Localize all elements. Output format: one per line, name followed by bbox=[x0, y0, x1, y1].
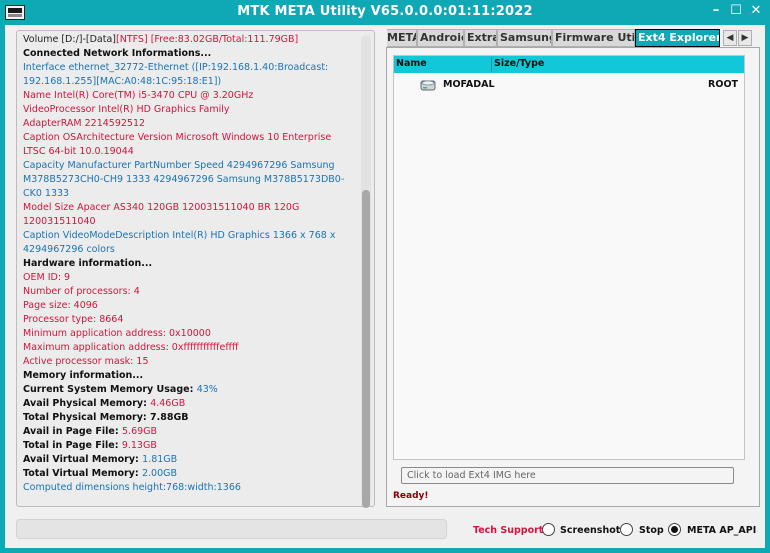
tab-scroll-left-icon[interactable]: ◀ bbox=[723, 30, 737, 46]
tech-support-link[interactable]: Tech Support bbox=[473, 525, 543, 536]
volume-fs: [NTFS] bbox=[116, 34, 148, 45]
log-line: OEM ID: 9 bbox=[23, 272, 71, 283]
minimize-icon[interactable]: – bbox=[706, 2, 726, 20]
memory-value: 1.81GB bbox=[142, 454, 178, 465]
file-type: ROOT bbox=[708, 79, 738, 90]
log-line: Active processor mask: 15 bbox=[23, 356, 149, 367]
log-line: VideoProcessor Intel(R) HD Graphics Fami… bbox=[23, 104, 230, 115]
window-title: MTK META Utility V65.0.0.0:01:11:2022 bbox=[237, 4, 533, 19]
memory-label: Current System Memory Usage: bbox=[23, 384, 197, 395]
hard-disk-icon bbox=[420, 80, 436, 91]
memory-line: Avail Virtual Memory: 1.81GB bbox=[23, 453, 353, 467]
log-line: Page size: 4096 bbox=[23, 300, 98, 311]
meta-ap-api-radio[interactable] bbox=[668, 523, 681, 536]
title-bar: MTK META Utility V65.0.0.0:01:11:2022 – … bbox=[0, 0, 770, 24]
memory-label: Avail in Page File: bbox=[23, 426, 122, 437]
tab-ext4-explorer[interactable]: Ext4 Explorer bbox=[635, 29, 720, 47]
tab-extra[interactable]: Extra bbox=[464, 29, 497, 47]
log-line: Model Size Apacer AS340 120GB 1200315110… bbox=[23, 202, 300, 227]
log-content: Volume [D:/]-[Data][NTFS] [Free:83.02GB/… bbox=[23, 33, 353, 503]
log-panel: Volume [D:/]-[Data][NTFS] [Free:83.02GB/… bbox=[16, 30, 375, 508]
tab-android[interactable]: Android bbox=[417, 29, 464, 47]
memory-value: 7.88GB bbox=[150, 412, 189, 423]
log-line: Hardware information... bbox=[23, 258, 153, 269]
memory-line: Avail Physical Memory: 4.46GB bbox=[23, 397, 353, 411]
volume-label: Volume [D:/]-[Data] bbox=[23, 34, 117, 45]
status-text: Ready! bbox=[393, 491, 429, 501]
log-line: Maximum application address: 0xfffffffff… bbox=[23, 342, 239, 353]
memory-line: Current System Memory Usage: 43% bbox=[23, 383, 353, 397]
memory-value: 4.46GB bbox=[150, 398, 186, 409]
memory-label: Avail Physical Memory: bbox=[23, 398, 151, 409]
tab-firmware-utils[interactable]: Firmware Utils bbox=[552, 29, 635, 47]
scrollbar-thumb[interactable] bbox=[362, 190, 370, 508]
log-line: Name Intel(R) Core(TM) i5-3470 CPU @ 3.2… bbox=[23, 90, 254, 101]
log-line: Processor type: 8664 bbox=[23, 314, 124, 325]
memory-label: Total Virtual Memory: bbox=[23, 468, 142, 479]
memory-value: 2.00GB bbox=[141, 468, 178, 479]
log-line: Minimum application address: 0x10000 bbox=[23, 328, 211, 339]
file-row[interactable]: MOFADAL ROOT bbox=[394, 77, 744, 93]
dimensions-line: Computed dimensions height:768:width:136… bbox=[23, 482, 241, 493]
log-line: Caption VideoModeDescription Intel(R) HD… bbox=[23, 230, 336, 255]
stop-radio[interactable] bbox=[620, 523, 633, 536]
meta-ap-api-label[interactable]: META AP_API bbox=[687, 525, 756, 536]
log-scrollbar[interactable] bbox=[361, 35, 371, 508]
ext4-explorer-panel: Name Size/Type MOFADAL ROOT Click to loa… bbox=[386, 47, 760, 507]
column-name[interactable]: Name bbox=[396, 58, 427, 69]
log-line: Connected Network Informations... bbox=[23, 48, 212, 59]
maximize-icon[interactable]: ☐ bbox=[726, 2, 746, 20]
log-line: AdapterRAM 2214592512 bbox=[23, 118, 146, 129]
memory-label: Avail Virtual Memory: bbox=[23, 454, 143, 465]
memory-label: Total Physical Memory: bbox=[23, 412, 151, 423]
screenshot-radio[interactable] bbox=[542, 523, 555, 536]
tab-meta[interactable]: META bbox=[387, 29, 417, 47]
memory-value: 5.69GB bbox=[122, 426, 158, 437]
memory-value: 9.13GB bbox=[121, 440, 157, 451]
progress-bar bbox=[16, 519, 447, 539]
main-window: Volume [D:/]-[Data][NTFS] [Free:83.02GB/… bbox=[5, 25, 765, 548]
file-list-header: Name Size/Type bbox=[394, 56, 744, 73]
file-name: MOFADAL bbox=[443, 79, 495, 90]
log-line: Number of processors: 4 bbox=[23, 286, 140, 297]
tab-scroll-right-icon[interactable]: ▶ bbox=[738, 30, 752, 46]
memory-line: Total Physical Memory: 7.88GB bbox=[23, 411, 353, 425]
memory-line: Total in Page File: 9.13GB bbox=[23, 439, 353, 453]
column-size-type[interactable]: Size/Type bbox=[494, 58, 544, 69]
memory-line: Total Virtual Memory: 2.00GB bbox=[23, 467, 353, 481]
column-divider[interactable] bbox=[491, 57, 492, 72]
close-icon[interactable]: ✕ bbox=[746, 2, 766, 20]
file-list: Name Size/Type MOFADAL ROOT bbox=[393, 55, 745, 460]
load-ext4-img-field[interactable]: Click to load Ext4 IMG here bbox=[401, 467, 734, 484]
log-line: Capacity Manufacturer PartNumber Speed 4… bbox=[23, 160, 345, 199]
memory-header: Memory information... bbox=[23, 370, 144, 381]
memory-value: 43% bbox=[196, 384, 218, 395]
stop-label[interactable]: Stop bbox=[639, 525, 664, 536]
memory-label: Total in Page File: bbox=[23, 440, 122, 451]
tab-strip: META Android Extra Samsung Firmware Util… bbox=[387, 29, 760, 47]
log-line: Caption OSArchitecture Version Microsoft… bbox=[23, 132, 332, 157]
volume-line: Volume [D:/]-[Data][NTFS] [Free:83.02GB/… bbox=[23, 33, 353, 47]
log-line: Interface ethernet_32772-Ethernet ([IP:1… bbox=[23, 62, 329, 87]
screenshot-label[interactable]: Screenshot bbox=[560, 525, 620, 536]
volume-space: [Free:83.02GB/Total:111.79GB] bbox=[147, 34, 299, 45]
tab-samsung[interactable]: Samsung bbox=[497, 29, 552, 47]
memory-line: Avail in Page File: 5.69GB bbox=[23, 425, 353, 439]
